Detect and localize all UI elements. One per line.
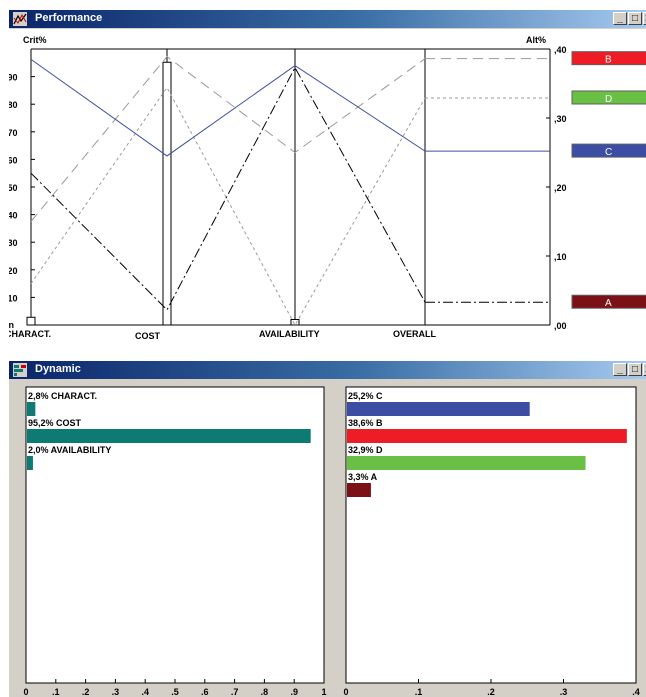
series-line-A (30, 66, 426, 311)
performance-chart: Crit%Alt%,10,20,30,40,50,60,70,80,90nn,0… (3, 35, 646, 341)
right-tick-label: ,10 (554, 252, 567, 262)
left-axis-title: Crit% (23, 35, 47, 45)
legend-label-D: D (605, 94, 612, 105)
criteria-weights-bar-label: 95,2% COST (28, 418, 82, 428)
minimize-button[interactable]: _ (613, 12, 627, 25)
left-tick-label: ,90 (9, 73, 18, 83)
criterion-weight-bar (162, 61, 172, 326)
criteria-weights-bar (27, 456, 33, 470)
alternatives-scores-bar-label: 32,9% D (348, 445, 383, 455)
series-line-D (30, 86, 426, 327)
performance-titlebar[interactable]: Performance _ □ x (9, 10, 646, 28)
maximize-button[interactable]: □ (628, 363, 642, 376)
left-tick-label: ,30 (9, 238, 18, 248)
left-tick-label: ,50 (9, 183, 18, 193)
criteria-weights-bar (27, 429, 311, 443)
criterion-weight-bar (26, 316, 36, 326)
dynamic-chart-icon (13, 363, 27, 377)
right-tick-label: ,40 (554, 45, 567, 55)
criterion-weight-bar (290, 318, 300, 326)
category-label: AVAILABILITY (259, 329, 320, 339)
series-line-C (30, 58, 426, 157)
left-tick-label: ,80 (9, 100, 18, 110)
alternatives-scores-bar-label: 38,6% B (348, 418, 383, 428)
maximize-button[interactable]: □ (628, 12, 642, 25)
performance-title: Performance (35, 12, 103, 24)
alternatives-scores-bar (347, 402, 530, 416)
dynamic-window: Dynamic _ □ x 2,8% CHARACT. 95,2% COST 2,0… (8, 360, 646, 697)
performance-window: Performance _ □ x Crit% Alt% ,10 ,20 ,30 ,40,… (3, 9, 646, 350)
left-tick-label: ,70 (9, 128, 18, 138)
right-tick-label: ,30 (554, 114, 567, 124)
alternatives-scores-bar (347, 429, 627, 443)
category-label: OVERALL (393, 329, 437, 339)
minimize-button[interactable]: _ (613, 363, 627, 376)
right-tick-label: ,20 (554, 183, 567, 193)
series-line-B (30, 55, 426, 222)
right-tick-label: ,00 (554, 321, 567, 331)
legend-label-A: A (605, 298, 612, 309)
alternatives-scores-bar-label: 25,2% C (348, 391, 383, 401)
left-tick-label: ,10 (9, 293, 18, 303)
legend-label-C: C (605, 147, 612, 158)
left-tick-label: ,20 (9, 266, 18, 276)
dynamic-charts: 2,8% CHARACT. 95,2% COST 2,0% AVAILABILITY… (23, 386, 640, 697)
performance-panel: Crit%Alt%,10,20,30,40,50,60,70,80,90nn,0… (3, 29, 646, 350)
dynamic-titlebar[interactable]: Dynamic _ □ x (9, 361, 646, 379)
left-tick-label: ,60 (9, 155, 18, 165)
criteria-weights-bar-label: 2,0% AVAILABILITY (28, 445, 111, 455)
category-label: COST (135, 331, 161, 341)
left-tick-label: ,40 (9, 211, 18, 221)
legend-label-B: B (605, 55, 612, 66)
performance-chart-icon (13, 12, 27, 26)
alternatives-scores-bar-label: 3,3% A (348, 472, 378, 482)
alternatives-scores-bar (347, 456, 586, 470)
category-label: CHARACT. (9, 329, 51, 339)
criteria-weights-bar-label: 2,8% CHARACT. (28, 391, 97, 401)
criteria-weights-bar (27, 402, 36, 416)
alternatives-scores-bar (347, 483, 371, 497)
right-axis-title: Alt% (526, 35, 546, 45)
dynamic-title: Dynamic (35, 363, 81, 375)
